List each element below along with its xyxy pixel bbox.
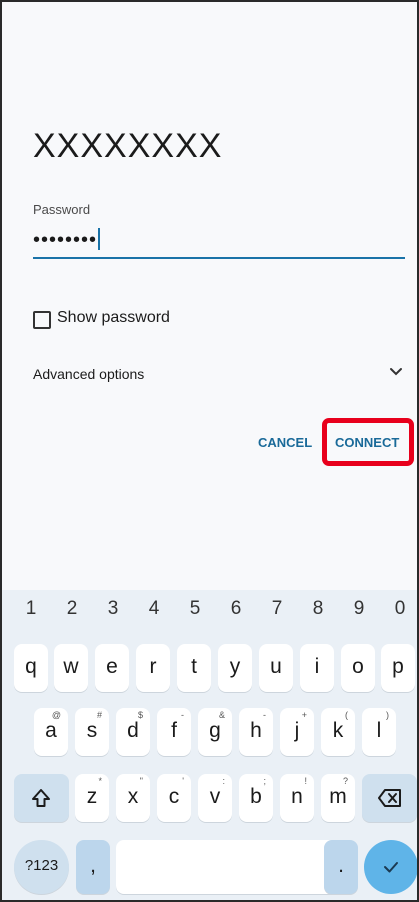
space-key[interactable] bbox=[116, 840, 342, 894]
key-k[interactable]: (k bbox=[321, 708, 355, 756]
text-cursor bbox=[98, 228, 101, 250]
key-v[interactable]: :v bbox=[198, 774, 232, 822]
key-l[interactable]: ) l bbox=[362, 708, 396, 756]
backspace-icon bbox=[378, 789, 401, 807]
key-j[interactable]: + j bbox=[280, 708, 314, 756]
key-2[interactable]: 2 bbox=[62, 598, 82, 620]
key-c[interactable]: ' c bbox=[157, 774, 191, 822]
key-e[interactable]: e bbox=[95, 644, 129, 692]
period-key[interactable]: . bbox=[324, 840, 358, 894]
network-name-title: XXXXXXXX bbox=[33, 127, 223, 165]
key-p[interactable]: p bbox=[381, 644, 415, 692]
password-value: •••••••• bbox=[33, 229, 98, 251]
key-g[interactable]: & g bbox=[198, 708, 232, 756]
key-u[interactable]: u bbox=[259, 644, 293, 692]
key-s[interactable]: # s bbox=[75, 708, 109, 756]
enter-key[interactable] bbox=[364, 840, 417, 894]
key-x[interactable]: " x bbox=[116, 774, 150, 822]
show-password-checkbox[interactable] bbox=[33, 311, 51, 329]
key-3[interactable]: 3 bbox=[103, 598, 123, 620]
key-f[interactable]: -f bbox=[157, 708, 191, 756]
key-h[interactable]: -h bbox=[239, 708, 273, 756]
key-d[interactable]: $ d bbox=[116, 708, 150, 756]
key-1[interactable]: 1 bbox=[21, 598, 41, 620]
key-r[interactable]: r bbox=[136, 644, 170, 692]
key-w[interactable]: w bbox=[54, 644, 88, 692]
key-z[interactable]: * z bbox=[75, 774, 109, 822]
key-7[interactable]: 7 bbox=[267, 598, 287, 620]
check-icon bbox=[384, 862, 398, 873]
key-9[interactable]: 9 bbox=[349, 598, 369, 620]
comma-key[interactable]: , bbox=[76, 840, 110, 894]
password-field-underline bbox=[33, 257, 405, 259]
wifi-connect-dialog: XXXXXXXX Password •••••••• Show password… bbox=[2, 2, 417, 588]
key-t[interactable]: t bbox=[177, 644, 211, 692]
key-i[interactable]: i bbox=[300, 644, 334, 692]
backspace-key[interactable] bbox=[362, 774, 417, 822]
show-password-label[interactable]: Show password bbox=[57, 309, 170, 327]
key-0[interactable]: 0 bbox=[390, 598, 410, 620]
symbols-key[interactable]: ?123 bbox=[14, 840, 69, 894]
chevron-down-icon[interactable] bbox=[387, 362, 405, 380]
key-n[interactable]: ! n bbox=[280, 774, 314, 822]
screen: XXXXXXXX Password •••••••• Show password… bbox=[0, 0, 419, 902]
key-q[interactable]: q bbox=[14, 644, 48, 692]
key-4[interactable]: 4 bbox=[144, 598, 164, 620]
key-o[interactable]: o bbox=[341, 644, 375, 692]
key-8[interactable]: 8 bbox=[308, 598, 328, 620]
key-b[interactable]: ; b bbox=[239, 774, 273, 822]
key-m[interactable]: ? m bbox=[321, 774, 355, 822]
password-label: Password bbox=[33, 202, 91, 217]
cancel-button[interactable]: CANCEL bbox=[258, 435, 312, 450]
password-field[interactable]: •••••••• bbox=[33, 228, 101, 252]
shift-icon bbox=[32, 789, 50, 807]
shift-key[interactable] bbox=[14, 774, 69, 822]
key-a[interactable]: @ a bbox=[34, 708, 68, 756]
key-6[interactable]: 6 bbox=[226, 598, 246, 620]
connect-button[interactable]: CONNECT bbox=[335, 435, 399, 450]
key-y[interactable]: y bbox=[218, 644, 252, 692]
key-5[interactable]: 5 bbox=[185, 598, 205, 620]
advanced-options-label[interactable]: Advanced options bbox=[33, 366, 144, 382]
